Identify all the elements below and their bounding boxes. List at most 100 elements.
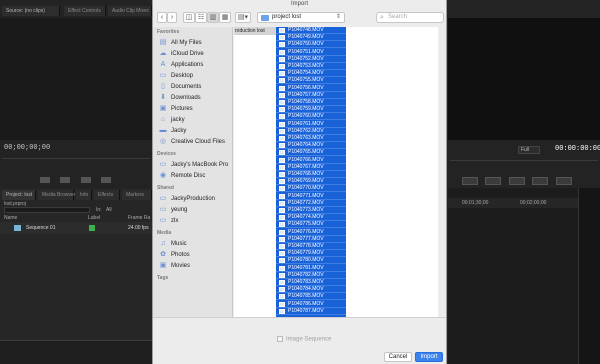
file-item[interactable]: P1040752.MOV [276,56,346,63]
search-input[interactable]: ⌕ Search [376,12,444,23]
sidebar-item-icloud-drive[interactable]: ☁ iCloud Drive [159,49,231,59]
file-item[interactable]: P1040777.MOV [276,236,346,243]
file-item[interactable]: P1040776.MOV [276,229,346,236]
in-value[interactable]: All [106,207,112,213]
sidebar-item-jacky[interactable]: ⌂ jacky [159,115,231,125]
file-item[interactable]: P1040759.MOV [276,106,346,114]
sidebar-item-yeung[interactable]: ▭ yeung [159,205,231,215]
file-item[interactable]: P1040773.MOV [276,207,346,214]
sidebar-item-jacky[interactable]: ▬ Jacky [159,126,231,136]
file-name: P1040763.MOV [288,135,324,141]
sidebar-item-creative-cloud-files[interactable]: ◎ Creative Cloud Files [159,137,231,147]
movie-file-icon [279,71,285,77]
file-item[interactable]: P1040778.MOV [276,243,346,250]
file-item[interactable]: P1040751.MOV [276,49,346,56]
sidebar-item-pictures[interactable]: ▣ Pictures [159,104,231,114]
sidebar-item-downloads[interactable]: ⬇ Downloads [159,93,231,103]
file-item[interactable]: P1040765.MOV [276,149,346,157]
sidebar-item-music[interactable]: ♫ Music [159,239,231,249]
file-item[interactable]: P1040786.MOV [276,301,346,308]
file-item[interactable]: P1040780.MOV [276,257,346,265]
program-transport-controls[interactable] [462,172,592,203]
file-item[interactable]: P1040763.MOV [276,135,346,142]
selected-folder-item[interactable]: roduction lost ▸ [234,27,282,35]
markers-tab[interactable]: Markers [122,190,152,200]
file-item[interactable]: P1040783.MOV [276,279,346,286]
sidebar-item-all-my-files[interactable]: ▤ All My Files [159,38,231,48]
image-sequence-option[interactable]: Image Sequence [277,336,331,343]
file-item[interactable]: P1040782.MOV [276,272,346,279]
file-item[interactable]: P1040784.MOV [276,286,346,294]
file-item[interactable]: P1040787.MOV [276,308,346,315]
file-item[interactable]: P1040757.MOV [276,92,346,99]
sidebar-item-photos[interactable]: ✿ Photos [159,250,231,260]
file-item[interactable]: P1040766.MOV [276,157,346,164]
file-item[interactable]: P1040768.MOV [276,171,346,178]
file-item[interactable]: P1040779.MOV [276,250,346,258]
file-item[interactable]: P1040750.MOV [276,41,346,49]
back-button[interactable]: ‹ [157,12,167,23]
sidebar-item-documents[interactable]: ▯ Documents [159,82,231,92]
sidebar-item-jackyproduction[interactable]: ▭ JackyProduction [159,194,231,204]
file-item[interactable]: P1040770.MOV [276,185,346,193]
file-item[interactable]: P1040748.MOV [276,27,346,34]
cancel-button[interactable]: Cancel [384,352,412,362]
project-search-input[interactable] [4,207,90,213]
file-item[interactable]: P1040769.MOV [276,178,346,186]
file-item[interactable]: P1040775.MOV [276,221,346,229]
image-sequence-checkbox[interactable] [277,336,283,342]
column-name[interactable]: Name [4,215,17,221]
sidebar-item-movies[interactable]: ▣ Movies [159,261,231,271]
file-item[interactable]: P1040771.MOV [276,193,346,200]
file-item[interactable]: P1040749.MOV [276,34,346,42]
sidebar-item-desktop[interactable]: ▭ Desktop [159,71,231,81]
icon-view-button[interactable]: ◫ [183,12,195,23]
column-view-button[interactable]: ▥ [207,12,219,23]
sidebar-item-applications[interactable]: A Applications [159,60,231,70]
file-item[interactable]: P1040753.MOV [276,63,346,70]
applications-icon: A [160,60,166,68]
all-files-icon: ▤ [159,38,167,46]
media-browser-tab[interactable]: Media Browser [38,190,75,200]
sidebar-item-zlx[interactable]: ▭ zlx [159,216,231,226]
project-tab[interactable]: Project: lost [2,190,36,200]
path-dropdown[interactable]: project lost ⇕ [257,12,345,23]
audio-mixer-tab[interactable]: Audio Clip Mixer: [108,6,152,16]
file-item[interactable]: P1040761.MOV [276,121,346,128]
path-label: project lost [272,14,302,20]
file-item[interactable]: P1040772.MOV [276,200,346,207]
file-item[interactable]: P1040785.MOV [276,293,346,301]
file-item[interactable]: P1040754.MOV [276,70,346,78]
source-panel-tab[interactable]: Source: (no clips) [2,6,60,16]
forward-button[interactable]: › [167,12,177,23]
file-list-wrapper: P1040748.MOV P1040749.MOV P1040750.MOV P104… [276,27,348,317]
sidebar-item-label: Documents [171,84,202,90]
list-view-button[interactable]: ☷ [195,12,207,23]
source-transport-controls[interactable] [40,170,120,183]
sidebar-item-jacky-s-macbook-pro[interactable]: ▭ Jacky's MacBook Pro [159,160,231,170]
sequence-row[interactable]: Sequence 01 24.00 fps [0,222,152,234]
file-name: P1040787.MOV [288,307,324,314]
file-item[interactable]: P1040767.MOV [276,164,346,171]
file-item[interactable]: P1040760.MOV [276,113,346,121]
file-item[interactable]: P1040762.MOV [276,128,346,135]
arrange-button[interactable]: ▤▾ [235,12,251,23]
file-item[interactable]: P1040756.MOV [276,85,346,92]
dialog-title: Import [290,1,308,7]
column-frame-rate[interactable]: Frame Ra [128,215,150,221]
file-item[interactable]: P1040774.MOV [276,214,346,222]
file-item[interactable]: P1040781.MOV [276,265,346,272]
effect-controls-tab[interactable]: Effect Controls [64,6,106,16]
movie-file-icon [279,157,285,163]
column-label[interactable]: Label [88,215,100,221]
file-item[interactable]: P1040758.MOV [276,99,346,106]
info-tab[interactable]: Info [76,190,92,200]
file-item[interactable]: P1040764.MOV [276,142,346,150]
zoom-select[interactable]: Full [518,146,540,154]
effects-tab[interactable]: Effects [94,190,120,200]
import-button[interactable]: Import [415,352,443,362]
sidebar-item-remote-disc[interactable]: ◉ Remote Disc [159,171,231,181]
cover-flow-button[interactable]: ▦ [219,12,231,23]
file-name: P1040779.MOV [288,250,324,257]
file-item[interactable]: P1040755.MOV [276,77,346,85]
